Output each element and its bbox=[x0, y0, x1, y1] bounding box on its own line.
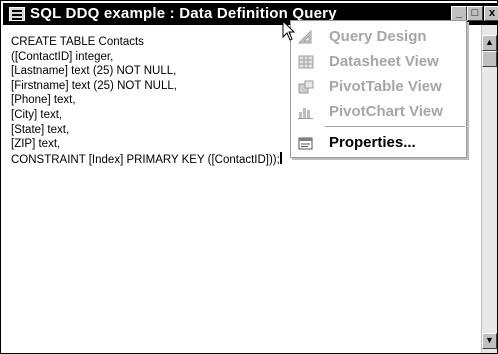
scroll-up-button[interactable]: ▲ bbox=[482, 35, 497, 51]
maximize-button[interactable]: □ bbox=[467, 6, 483, 21]
menu-item-datasheet-view[interactable]: Datasheet View bbox=[291, 50, 466, 74]
menu-item-label: PivotTable View bbox=[329, 78, 442, 95]
pivotchart-icon bbox=[298, 108, 313, 119]
menu-item-pivotchart-view[interactable]: PivotChart View bbox=[291, 100, 466, 124]
scroll-down-button[interactable]: ▼ bbox=[482, 333, 497, 349]
scroll-thumb[interactable] bbox=[482, 51, 497, 67]
menu-item-label: Query Design bbox=[329, 28, 427, 45]
pivottable-icon bbox=[298, 80, 314, 94]
minimize-button[interactable]: _ bbox=[451, 6, 467, 21]
triangle-ruler-icon bbox=[297, 29, 312, 44]
menu-separator bbox=[325, 126, 465, 127]
view-context-menu: Query Design Datasheet View PivotTable V… bbox=[290, 20, 467, 158]
mouse-pointer-icon bbox=[282, 20, 296, 41]
properties-icon bbox=[298, 137, 313, 150]
menu-item-label: Properties... bbox=[329, 134, 416, 151]
menu-item-label: PivotChart View bbox=[329, 103, 443, 120]
menu-item-query-design[interactable]: Query Design bbox=[291, 25, 466, 49]
sql-line: CONSTRAINT [Index] PRIMARY KEY ([Contact… bbox=[11, 153, 280, 166]
menu-item-properties[interactable]: Properties... bbox=[291, 131, 466, 155]
menu-item-label: Datasheet View bbox=[329, 53, 439, 70]
menu-item-pivottable-view[interactable]: PivotTable View bbox=[291, 75, 466, 99]
datasheet-grid-icon bbox=[298, 55, 314, 69]
text-caret bbox=[279, 151, 282, 164]
close-button[interactable]: x bbox=[484, 6, 498, 21]
vertical-scrollbar[interactable]: ▲ ▼ bbox=[481, 25, 497, 353]
query-window-icon[interactable] bbox=[9, 7, 25, 21]
